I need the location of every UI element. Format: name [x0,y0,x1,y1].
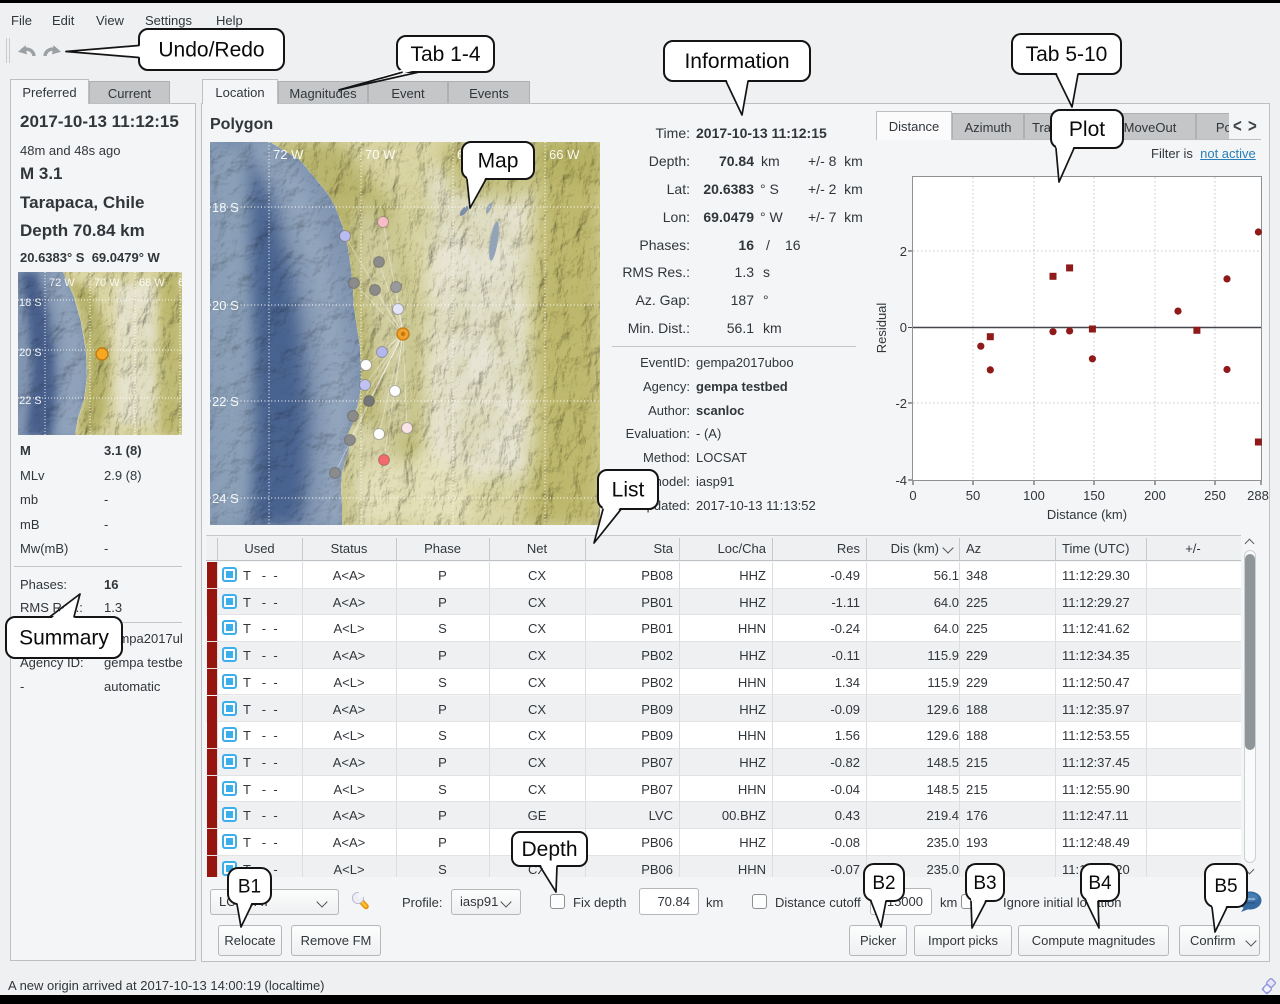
svg-text:22 S: 22 S [19,395,42,407]
svg-text:0: 0 [900,320,907,335]
svg-text:18 S: 18 S [212,200,239,215]
svg-text:0: 0 [909,488,916,503]
svg-text:72 W: 72 W [49,277,75,289]
svg-text:2: 2 [900,244,907,259]
svg-text:68 W: 68 W [139,277,165,289]
svg-text:20 S: 20 S [19,347,42,359]
svg-text:150: 150 [1083,488,1105,503]
svg-text:200: 200 [1144,488,1166,503]
svg-text:-2: -2 [895,396,907,411]
svg-text:288: 288 [1247,488,1269,503]
svg-text:70 W: 70 W [94,277,120,289]
svg-text:72 W: 72 W [273,147,304,162]
svg-text:24 S: 24 S [212,491,239,506]
svg-text:22 S: 22 S [212,394,239,409]
svg-text:70 W: 70 W [365,147,396,162]
svg-text:50: 50 [966,488,980,503]
svg-text:68 W: 68 W [457,147,488,162]
svg-text:-4: -4 [895,473,907,488]
svg-text:6: 6 [178,277,182,289]
svg-text:250: 250 [1204,488,1226,503]
svg-text:20 S: 20 S [212,298,239,313]
svg-text:100: 100 [1023,488,1045,503]
svg-text:Distance (km): Distance (km) [1047,507,1127,522]
svg-text:18 S: 18 S [19,297,42,309]
svg-text:Residual: Residual [876,303,889,354]
